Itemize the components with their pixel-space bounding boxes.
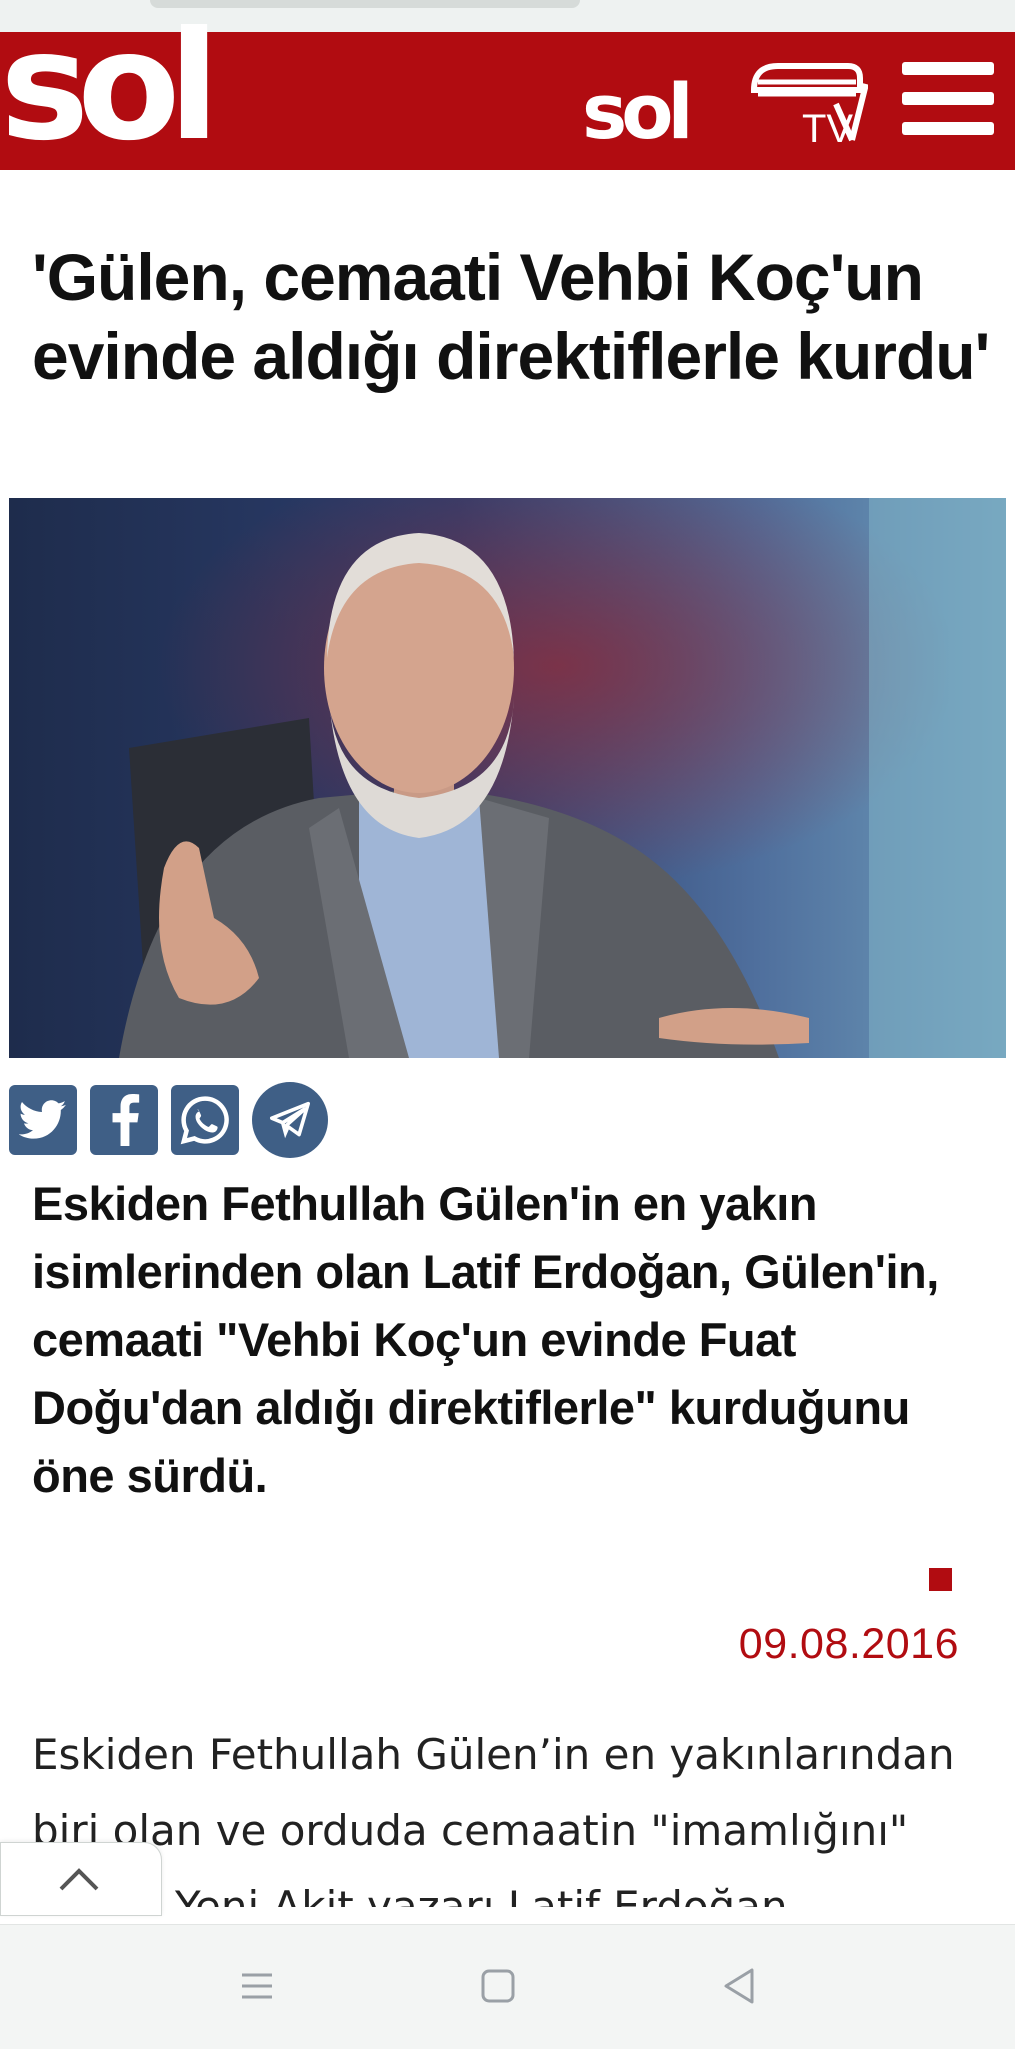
hamburger-menu-icon[interactable]: [902, 62, 994, 142]
menu-lines-icon: [242, 1973, 272, 1999]
url-bar-edge[interactable]: [150, 0, 580, 8]
telegram-share-button[interactable]: [252, 1082, 328, 1158]
whatsapp-share-button[interactable]: [171, 1085, 239, 1155]
body-line: Eskiden Fethullah Gülen’in en yakınların…: [32, 1730, 955, 1779]
home-button[interactable]: [473, 1961, 523, 2011]
facebook-icon: [112, 1094, 140, 1146]
whatsapp-icon: [180, 1096, 229, 1145]
back-triangle-icon: [724, 1968, 754, 2004]
date-marker: [929, 1568, 952, 1591]
share-bar: [9, 1082, 349, 1158]
chevron-up-icon: [59, 1868, 99, 1891]
tv-label: TV: [802, 107, 853, 150]
scroll-to-top-button[interactable]: [0, 1842, 162, 1916]
body-line: biri olan ve orduda cemaatin "imamlığını…: [32, 1806, 909, 1855]
article-photo: [9, 498, 1006, 1058]
system-navigation-bar: [0, 1924, 1015, 2049]
site-header: sol sol TV: [0, 12, 1015, 170]
sol-tv-logo[interactable]: sol TV: [582, 56, 868, 156]
body-line: yapan Yeni Akit yazarı Latif Erdoğan,: [32, 1882, 801, 1907]
twitter-icon: [19, 1100, 67, 1139]
article-headline: 'Gülen, cemaati Vehbi Koç'un evinde aldı…: [32, 240, 990, 393]
square-home-icon: [481, 1969, 515, 2003]
article-date: 09.08.2016: [738, 1620, 959, 1668]
article-lead: Eskiden Fethullah Gülen'in en yakın isim…: [32, 1177, 939, 1502]
tv-screen-icon: TV: [750, 63, 868, 150]
sol-tv-logo-text: sol: [582, 67, 693, 156]
logo-text: sol: [0, 0, 220, 174]
twitter-share-button[interactable]: [9, 1085, 77, 1155]
article-body: Eskiden Fethullah Gülen’in en yakınların…: [32, 1717, 992, 1907]
back-button[interactable]: [716, 1961, 766, 2011]
telegram-icon: [270, 1101, 310, 1139]
sol-logo[interactable]: sol: [0, 12, 318, 168]
facebook-share-button[interactable]: [90, 1085, 158, 1155]
recent-apps-button[interactable]: [232, 1961, 282, 2011]
